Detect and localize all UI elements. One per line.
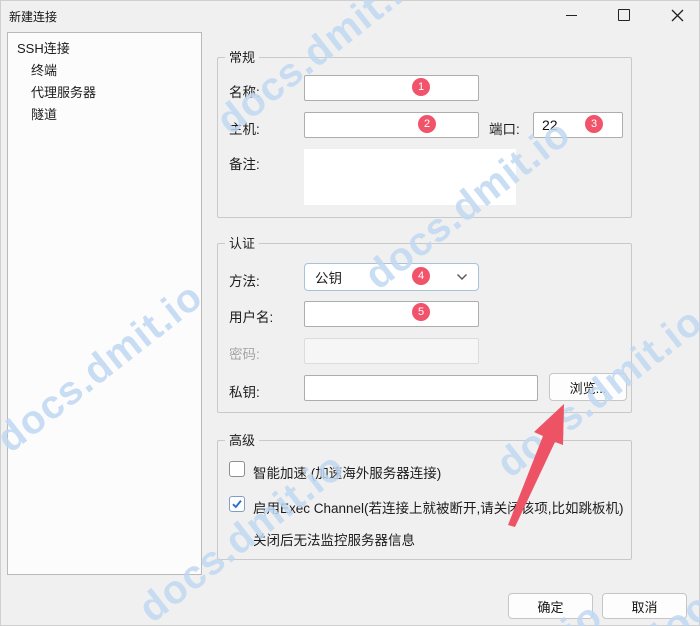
username-input[interactable]	[304, 301, 479, 327]
chevron-down-icon	[456, 273, 468, 281]
new-connection-dialog: 新建连接 SSH连接 终端 代理服务器 隧道 常规 名称: 主机: 端口: 备注…	[0, 0, 700, 626]
method-selected-value: 公钥	[315, 267, 342, 287]
smart-accel-label: 智能加速 (加速海外服务器连接)	[253, 462, 441, 482]
password-input	[304, 338, 479, 364]
group-authentication-legend: 认证	[225, 235, 259, 252]
method-select[interactable]: 公钥	[304, 263, 479, 291]
method-label: 方法:	[229, 270, 260, 290]
annotation-badge-3: 3	[585, 115, 603, 133]
browse-button[interactable]: 浏览...	[549, 373, 627, 401]
username-label: 用户名:	[229, 306, 273, 326]
sidebar: SSH连接 终端 代理服务器 隧道	[7, 32, 202, 575]
annotation-badge-1: 1	[412, 78, 430, 96]
sidebar-item-ssh-connection[interactable]: SSH连接	[17, 40, 70, 58]
group-general-legend: 常规	[225, 49, 259, 66]
ok-button[interactable]: 确定	[508, 593, 593, 619]
exec-channel-label: 启用Exec Channel(若连接上就被断开,请关闭该项,比如跳板机)	[253, 497, 624, 517]
private-key-input[interactable]	[304, 375, 538, 401]
minimize-icon	[566, 15, 577, 16]
annotation-badge-5: 5	[412, 303, 430, 321]
check-icon	[231, 498, 243, 510]
group-advanced-legend: 高级	[225, 432, 259, 449]
exec-channel-note: 关闭后无法监控服务器信息	[253, 529, 415, 549]
sidebar-item-tunnel[interactable]: 隧道	[31, 106, 57, 124]
host-input[interactable]	[304, 112, 479, 138]
annotation-badge-4: 4	[412, 267, 430, 285]
exec-channel-checkbox[interactable]	[229, 496, 245, 512]
password-label: 密码:	[229, 343, 260, 363]
close-button[interactable]	[654, 0, 700, 30]
close-icon	[671, 9, 684, 22]
smart-accel-checkbox[interactable]	[229, 461, 245, 477]
window-title: 新建连接	[9, 8, 57, 25]
annotation-badge-2: 2	[418, 115, 436, 133]
cancel-button[interactable]: 取消	[602, 593, 687, 619]
port-input[interactable]	[533, 112, 623, 138]
group-advanced: 高级 智能加速 (加速海外服务器连接) 启用Exec Channel(若连接上就…	[217, 440, 632, 560]
maximize-icon	[618, 9, 630, 21]
name-input[interactable]	[304, 75, 479, 101]
sidebar-item-proxy-server[interactable]: 代理服务器	[31, 84, 96, 102]
notes-textarea[interactable]	[304, 149, 516, 205]
private-key-label: 私钥:	[229, 381, 260, 401]
host-label: 主机:	[229, 118, 260, 138]
minimize-button[interactable]	[548, 0, 594, 30]
notes-label: 备注:	[229, 153, 260, 173]
sidebar-item-terminal[interactable]: 终端	[31, 62, 57, 80]
name-label: 名称:	[229, 81, 260, 101]
maximize-button[interactable]	[601, 0, 647, 30]
port-label: 端口:	[489, 118, 520, 138]
